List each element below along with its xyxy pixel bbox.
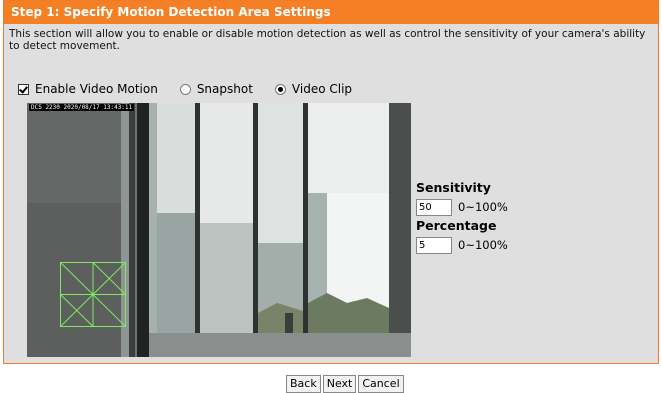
cancel-button[interactable]: Cancel <box>358 375 404 393</box>
enable-video-motion-option[interactable]: Enable Video Motion <box>18 82 158 96</box>
section-description: This section will allow you to enable or… <box>9 28 646 52</box>
snapshot-option[interactable]: Snapshot <box>179 82 253 96</box>
mode-options: Enable Video Motion Snapshot Video Clip <box>18 81 374 97</box>
back-button[interactable]: Back <box>286 375 321 393</box>
video-timestamp: DCS 2230 2020/08/17 13:43:11 <box>29 104 135 111</box>
sensitivity-label: Sensitivity <box>416 180 491 195</box>
detection-settings: Sensitivity 50 0~100% Percentage 5 0~100… <box>416 180 508 256</box>
sensitivity-row: 50 0~100% <box>416 196 508 218</box>
video-clip-option[interactable]: Video Clip <box>274 82 353 96</box>
percentage-input[interactable]: 5 <box>416 236 452 254</box>
snapshot-label: Snapshot <box>196 82 253 96</box>
percentage-label: Percentage <box>416 218 497 233</box>
video-clip-label: Video Clip <box>291 82 353 96</box>
video-clip-radio[interactable] <box>274 83 286 95</box>
wizard-buttons: Back Next Cancel <box>286 375 404 393</box>
enable-video-motion-checkbox[interactable] <box>18 83 29 95</box>
percentage-range: 0~100% <box>458 238 508 252</box>
enable-video-motion-label: Enable Video Motion <box>35 82 158 96</box>
panel-title: Step 1: Specify Motion Detection Area Se… <box>4 1 658 24</box>
camera-scene <box>27 103 411 357</box>
snapshot-radio[interactable] <box>179 83 191 95</box>
next-button[interactable]: Next <box>322 375 357 393</box>
camera-preview[interactable]: DCS 2230 2020/08/17 13:43:11 <box>27 103 411 357</box>
sensitivity-input[interactable]: 50 <box>416 198 452 216</box>
sensitivity-range: 0~100% <box>458 200 508 214</box>
percentage-row: 5 0~100% <box>416 234 508 256</box>
